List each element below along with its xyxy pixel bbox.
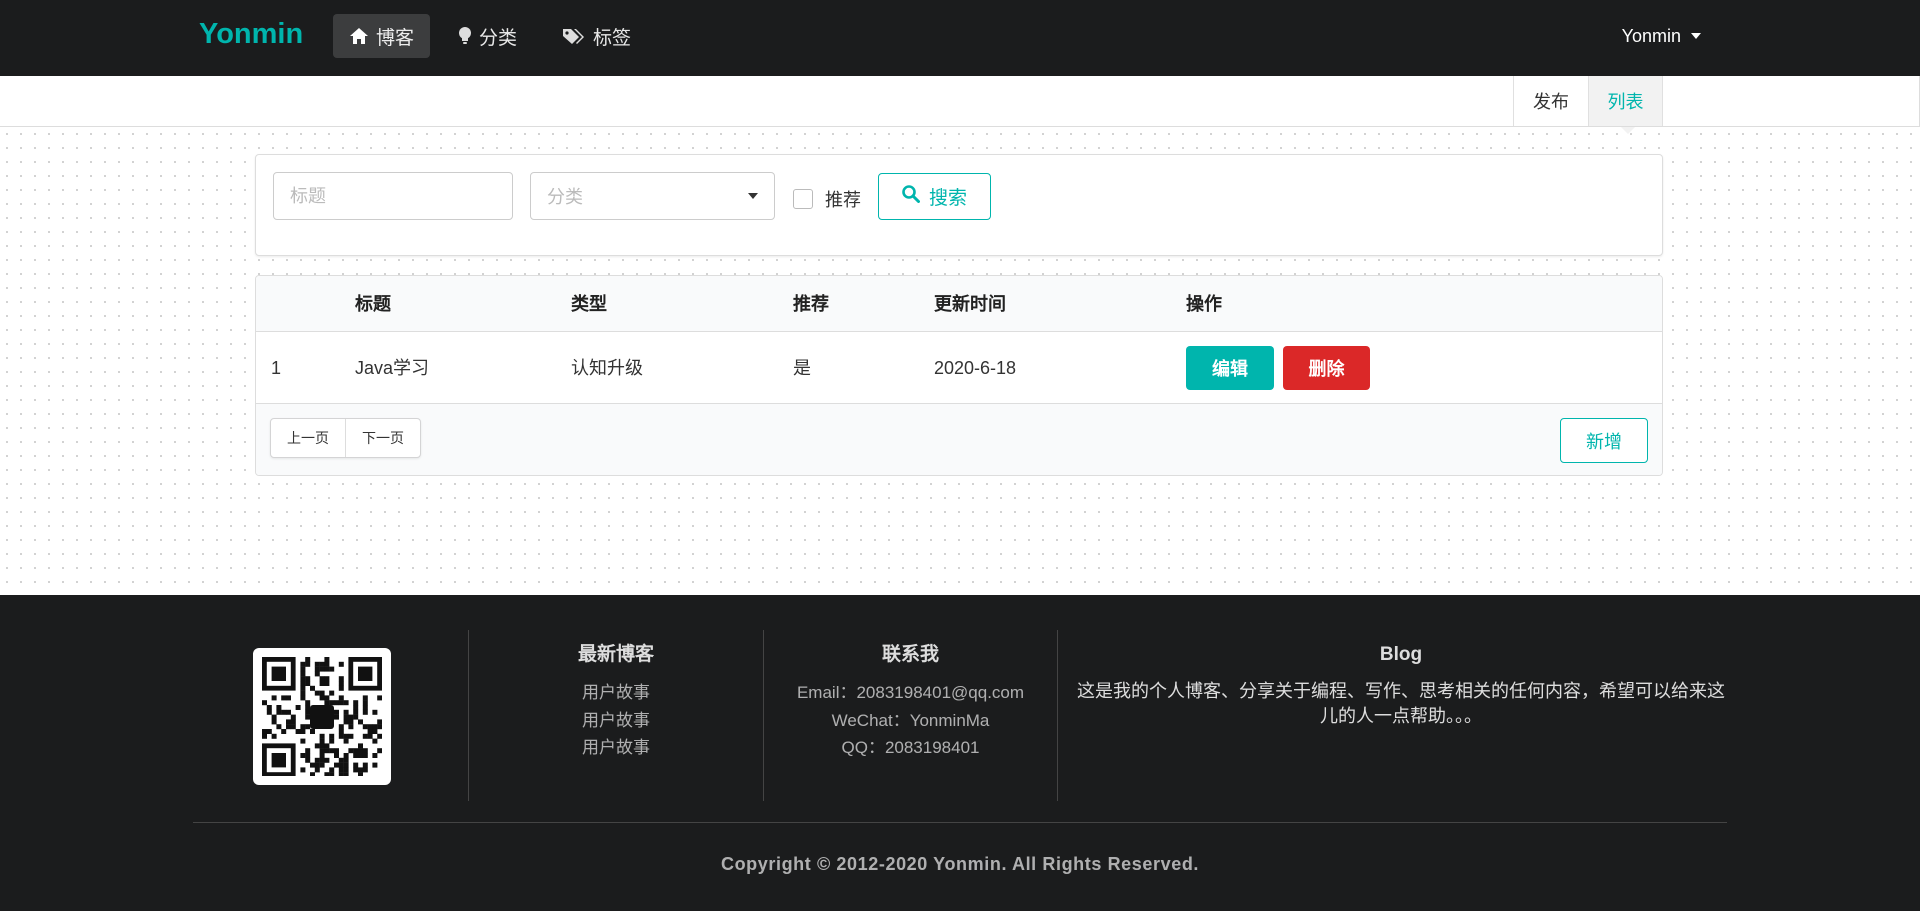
blog-table: 标题 类型 推荐 更新时间 操作 1 Java学习 认知升级 是 2020-6-… [255, 275, 1663, 476]
next-page-button[interactable]: 下一页 [345, 419, 420, 457]
search-button-label: 搜索 [928, 188, 967, 209]
contact-wechat: WeChat：YonminMa [831, 710, 990, 730]
row-type: 认知升级 [571, 358, 643, 378]
latest-blog-link[interactable]: 用户故事 [469, 679, 763, 707]
add-blog-button[interactable]: 新增 [1560, 418, 1648, 463]
copyright-text: Copyright © 2012-2020 Yonmin. All Rights… [720, 854, 1200, 874]
tags-icon [562, 27, 586, 45]
row-recommend: 是 [793, 358, 811, 378]
category-dropdown[interactable]: 分类 [530, 172, 775, 220]
footer-divider [193, 822, 1727, 823]
contact-email: Email：2083198401@qq.com [796, 683, 1025, 702]
lightbulb-icon [458, 26, 472, 46]
active-tab-pointer [1621, 127, 1635, 134]
search-panel: 分类 推荐 搜索 [255, 154, 1663, 256]
page-footer: 最新博客 用户故事 用户故事 用户故事 联系我 Email：2083198401… [0, 595, 1920, 911]
publish-tab[interactable]: 发布 [1513, 76, 1588, 126]
header-updated: 更新时间 [934, 294, 1006, 314]
blog-about: Blog 这是我的个人博客、分享关于编程、写作、思考相关的任何内容，希望可以给来… [1076, 643, 1726, 729]
nav-item-category[interactable]: 分类 [442, 14, 533, 58]
contact-info: 联系我 Email：2083198401@qq.com WeChat：Yonmi… [764, 643, 1057, 762]
latest-blog-link[interactable]: 用户故事 [469, 734, 763, 762]
footer-divider [1057, 630, 1058, 801]
list-tab[interactable]: 列表 [1588, 76, 1663, 126]
contact-qq: QQ：2083198401 [841, 738, 980, 757]
nav-item-blog[interactable]: 博客 [333, 14, 431, 58]
row-title: Java学习 [355, 358, 430, 378]
edit-button[interactable]: 编辑 [1186, 346, 1274, 390]
recommend-label: 推荐 [825, 190, 861, 210]
header-type: 类型 [571, 294, 607, 314]
pagination: 上一页 下一页 [270, 418, 421, 458]
checkbox-box[interactable] [793, 189, 813, 209]
top-navbar: Yonmin 博客 分类 标签 Yonmin [0, 0, 1920, 76]
blog-about-title: Blog [1379, 644, 1423, 665]
delete-button[interactable]: 删除 [1283, 346, 1370, 390]
qr-code [253, 648, 391, 785]
nav-item-label: 标签 [593, 27, 632, 49]
latest-blogs-title: 最新博客 [577, 644, 654, 665]
qr-code-image [262, 657, 382, 776]
header-actions: 操作 [1186, 294, 1222, 314]
chevron-down-icon [748, 193, 758, 199]
header-recommend: 推荐 [793, 294, 829, 314]
nav-item-tags[interactable]: 标签 [546, 14, 647, 58]
user-name: Yonmin [1621, 25, 1681, 46]
row-index: 1 [271, 358, 282, 378]
table-header: 标题 类型 推荐 更新时间 操作 [256, 276, 1662, 332]
prev-page-button[interactable]: 上一页 [271, 419, 345, 457]
search-icon [902, 184, 920, 209]
nav-item-label: 博客 [376, 27, 415, 49]
blog-about-text: 这是我的个人博客、分享关于编程、写作、思考相关的任何内容，希望可以给来这儿的人一… [1077, 681, 1725, 726]
row-updated: 2020-6-18 [934, 358, 1017, 378]
chevron-down-icon [1691, 33, 1701, 39]
title-input[interactable] [273, 172, 513, 220]
latest-blogs: 最新博客 用户故事 用户故事 用户故事 [469, 643, 763, 762]
search-button[interactable]: 搜索 [878, 173, 991, 220]
sub-menu: 发布 列表 [0, 76, 1920, 127]
latest-blog-link[interactable]: 用户故事 [469, 707, 763, 735]
nav-item-label: 分类 [479, 27, 518, 49]
user-menu[interactable]: Yonmin [1622, 14, 1701, 58]
contact-title: 联系我 [881, 644, 939, 665]
category-placeholder: 分类 [547, 187, 583, 207]
table-footer: 上一页 下一页 新增 [256, 404, 1662, 475]
header-title: 标题 [355, 294, 391, 314]
table-row: 1 Java学习 认知升级 是 2020-6-18 编辑 删除 [256, 332, 1662, 404]
brand-logo[interactable]: Yonmin [199, 16, 303, 52]
recommend-checkbox[interactable]: 推荐 [793, 186, 861, 212]
home-icon [349, 27, 369, 45]
